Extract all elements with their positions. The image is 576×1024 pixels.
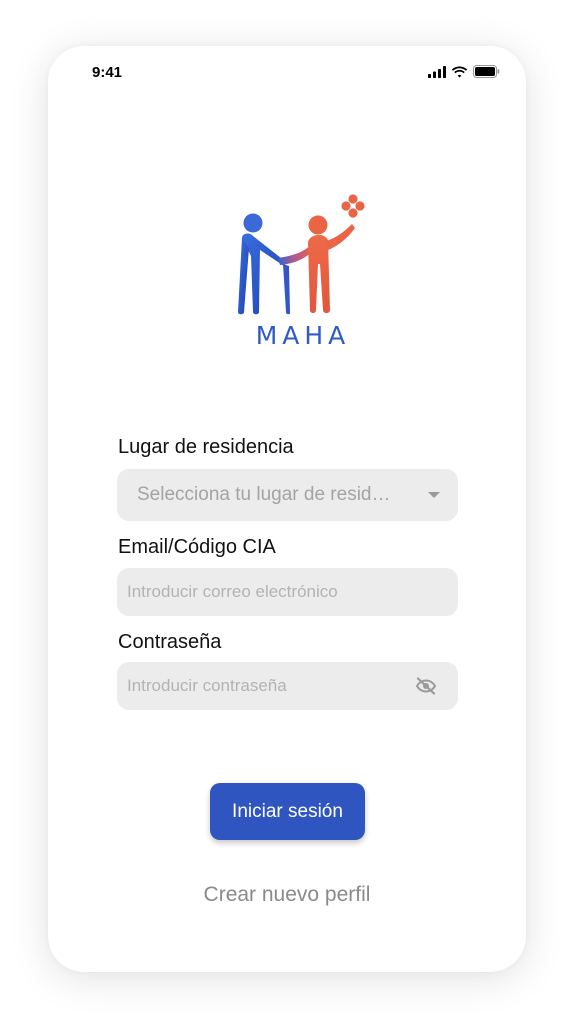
maha-logo-icon bbox=[238, 194, 365, 315]
password-field[interactable] bbox=[127, 676, 414, 696]
phone-frame: 9:41 MAHA Lugar de residencia Selecciona… bbox=[48, 46, 526, 972]
status-time: 9:41 bbox=[92, 64, 123, 81]
residence-label: Lugar de residencia bbox=[118, 436, 294, 458]
residence-select-value: Selecciona tu lugar de resid… bbox=[137, 484, 391, 505]
eye-off-icon[interactable] bbox=[414, 674, 438, 698]
email-field-wrapper bbox=[117, 568, 458, 616]
status-bar: 9:41 bbox=[48, 46, 526, 96]
status-icons bbox=[428, 65, 500, 83]
maha-logo: MAHA bbox=[228, 186, 378, 350]
residence-select[interactable]: Selecciona tu lugar de resid… bbox=[117, 469, 458, 521]
signal-icon bbox=[428, 65, 446, 83]
login-button[interactable]: Iniciar sesión bbox=[210, 783, 365, 840]
create-profile-link[interactable]: Crear nuevo perfil bbox=[48, 883, 526, 907]
email-label: Email/Código CIA bbox=[118, 536, 276, 558]
battery-icon bbox=[473, 65, 500, 83]
password-label: Contraseña bbox=[118, 631, 222, 653]
logo-text: MAHA bbox=[255, 321, 351, 350]
email-field[interactable] bbox=[127, 582, 438, 602]
password-field-wrapper bbox=[117, 662, 458, 710]
wifi-icon bbox=[451, 65, 468, 83]
chevron-down-icon bbox=[428, 492, 440, 498]
